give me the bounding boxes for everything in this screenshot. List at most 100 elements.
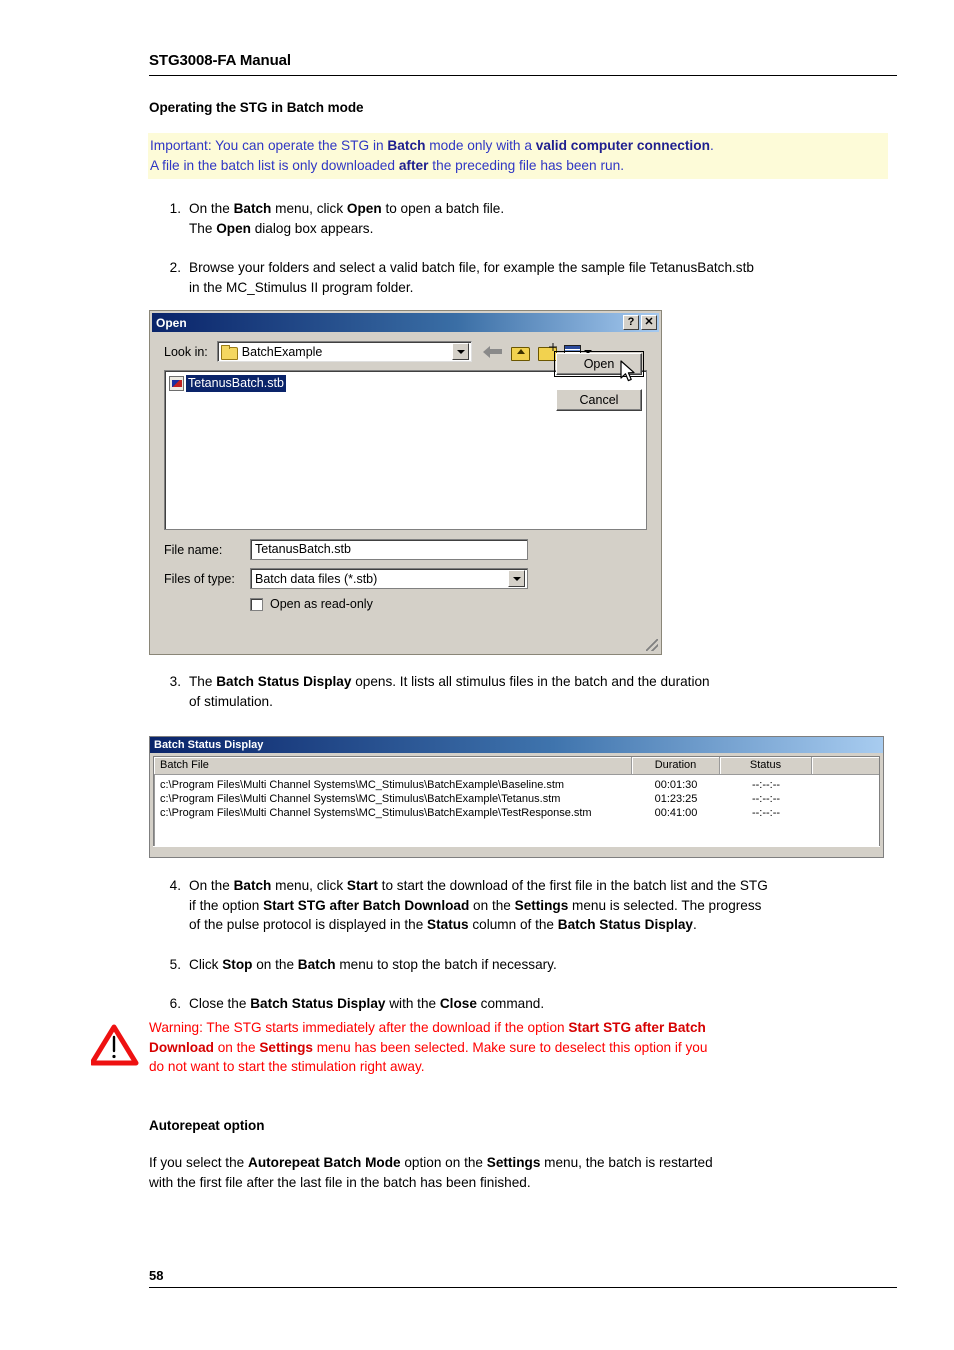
- open-dialog-footer: File name: TetanusBatch.stb Files of typ…: [164, 351, 647, 611]
- file-name-row: File name: TetanusBatch.stb: [164, 539, 647, 560]
- page-header: STG3008-FA Manual: [149, 52, 897, 76]
- files-of-type-select[interactable]: Batch data files (*.stb): [250, 568, 528, 589]
- open-dialog-window: Open ? ✕ Look in: BatchExample TetanusBa…: [149, 310, 662, 655]
- chevron-down-icon[interactable]: [451, 343, 469, 360]
- step-text: dialog box appears.: [250, 220, 374, 236]
- cell-batch-file: c:\Program Files\Multi Channel Systems\M…: [160, 807, 592, 819]
- warning-bold-download: Download: [149, 1039, 214, 1055]
- autorepeat-bold-settings: Settings: [486, 1155, 541, 1170]
- batch-status-titlebar: Batch Status Display: [150, 737, 883, 753]
- step-4: 4. On the Batch menu, click Start to sta…: [149, 876, 897, 935]
- step-4-line-2: if the option Start STG after Batch Down…: [189, 896, 897, 916]
- file-name-label: File name:: [164, 542, 223, 557]
- important-note-line-1: Important: You can operate the STG in Ba…: [150, 136, 886, 156]
- batch-status-grid[interactable]: Batch File Duration Status c:\Program Fi…: [153, 756, 880, 852]
- read-only-row[interactable]: Open as read-only: [250, 597, 647, 611]
- step-bold-bsd: Batch Status Display: [557, 917, 693, 932]
- step-text: to start the download of the first file …: [377, 878, 768, 893]
- list-item[interactable]: TetanusBatch.stb: [169, 375, 286, 392]
- column-header-status[interactable]: Status: [720, 757, 812, 774]
- warning-text-run: Warning: The STG starts immediately afte…: [149, 1020, 569, 1035]
- warning-line-1: Warning: The STG starts immediately afte…: [149, 1018, 897, 1038]
- file-name-input[interactable]: TetanusBatch.stb: [250, 539, 528, 560]
- page-content: Operating the STG in Batch mode Importan…: [148, 100, 897, 297]
- mouse-cursor-icon: [620, 360, 635, 382]
- batch-status-title: Batch Status Display: [154, 739, 264, 751]
- batch-status-display-window: Batch Status Display Batch File Duration…: [149, 736, 884, 858]
- note-bold-after: after: [398, 157, 429, 173]
- step-bold-option: Start STG after Batch Download: [263, 897, 470, 913]
- look-in-value: BatchExample: [241, 344, 323, 359]
- open-as-read-only-checkbox[interactable]: [250, 597, 263, 611]
- cell-duration: 00:41:00: [654, 807, 698, 819]
- files-of-type-label: Files of type:: [164, 571, 235, 586]
- step-number: 2.: [169, 260, 181, 275]
- step-text: Click: [189, 956, 223, 972]
- cell-status: --:--:--: [751, 779, 781, 791]
- step-text: On the: [189, 878, 234, 893]
- step-bold-status: Status: [427, 917, 469, 932]
- procedure-steps-1-2: 1. On the Batch menu, click Open to open…: [149, 199, 897, 297]
- note-text: .: [709, 138, 714, 153]
- warning-block: Warning: The STG starts immediately afte…: [91, 1018, 897, 1077]
- column-header-batch-file[interactable]: Batch File: [154, 757, 632, 774]
- step-2-line-2: in the MC_Stimulus II program folder.: [189, 279, 414, 295]
- step-text: to open a batch file.: [381, 201, 505, 216]
- cell-batch-file: c:\Program Files\Multi Channel Systems\M…: [160, 779, 565, 791]
- table-row[interactable]: c:\Program Files\Multi Channel Systems\M…: [154, 806, 879, 820]
- step-3: 3. The Batch Status Display opens. It li…: [149, 672, 897, 711]
- autorepeat-line-1: If you select the Autorepeat Batch Mode …: [149, 1153, 897, 1173]
- step-bold-start: Start: [346, 878, 378, 893]
- step-3-line-1: The Batch Status Display opens. It lists…: [189, 672, 897, 692]
- new-folder-icon[interactable]: [537, 343, 557, 361]
- resize-grip-icon[interactable]: [646, 639, 658, 651]
- step-2-line-1: Browse your folders and select a valid b…: [189, 260, 754, 275]
- note-bold-connection: valid computer connection: [535, 138, 710, 153]
- step-4-line-3: of the pulse protocol is displayed in th…: [189, 915, 897, 935]
- step-bold-open: Open: [346, 201, 382, 216]
- step-bold-batch: Batch: [233, 201, 272, 216]
- note-text: A file in the batch list is only downloa…: [150, 157, 399, 173]
- step-6: 6. Close the Batch Status Display with t…: [149, 994, 897, 1014]
- step-bold-batch: Batch: [233, 878, 272, 893]
- table-row[interactable]: c:\Program Files\Multi Channel Systems\M…: [154, 778, 879, 792]
- cancel-button[interactable]: Cancel: [556, 389, 642, 411]
- open-dialog-title: Open: [156, 315, 187, 330]
- back-arrow-icon[interactable]: [482, 344, 503, 360]
- autorepeat-line-2: with the first file after the last file …: [149, 1174, 531, 1190]
- warning-triangle-icon: [91, 1024, 139, 1066]
- document-title: STG3008-FA Manual: [149, 52, 291, 69]
- column-header-filler: [812, 757, 879, 774]
- note-bold-batch: Batch: [387, 138, 426, 153]
- close-icon[interactable]: ✕: [641, 315, 657, 330]
- step-1: 1. On the Batch menu, click Open to open…: [149, 199, 897, 238]
- step-bold-bsd: Batch Status Display: [216, 674, 352, 689]
- step-bold-settings: Settings: [514, 897, 569, 913]
- step-text: Close the: [189, 996, 251, 1011]
- files-of-type-row: Files of type: Batch data files (*.stb): [164, 568, 647, 589]
- step-number: 5.: [169, 956, 181, 972]
- note-text: Important: You can operate the STG in: [150, 138, 388, 153]
- look-in-combobox[interactable]: BatchExample: [216, 341, 472, 362]
- files-of-type-value: Batch data files (*.stb): [255, 571, 378, 586]
- page-number: 58: [149, 1268, 164, 1283]
- step-6-line-1: Close the Batch Status Display with the …: [189, 994, 897, 1014]
- up-one-level-icon[interactable]: [510, 343, 530, 361]
- step-text: menu is selected. The progress: [568, 897, 762, 913]
- file-list-item-label: TetanusBatch.stb: [186, 375, 286, 392]
- step-text: command.: [476, 996, 545, 1011]
- step-bold-batch: Batch: [297, 956, 336, 972]
- page-footer: 58: [149, 1268, 897, 1288]
- step-text: The: [189, 220, 217, 236]
- help-icon[interactable]: ?: [623, 315, 639, 330]
- step-number: 6.: [169, 996, 181, 1011]
- column-header-duration[interactable]: Duration: [632, 757, 720, 774]
- step-text: of the pulse protocol is displayed in th…: [189, 917, 428, 932]
- step-text: menu to stop the batch if necessary.: [335, 956, 557, 972]
- open-as-read-only-label: Open as read-only: [270, 597, 373, 611]
- table-row[interactable]: c:\Program Files\Multi Channel Systems\M…: [154, 792, 879, 806]
- chevron-down-icon[interactable]: [508, 570, 525, 587]
- warning-text: Warning: The STG starts immediately afte…: [149, 1018, 897, 1077]
- step-3-line-2: of stimulation.: [189, 693, 273, 709]
- step-5: 5. Click Stop on the Batch menu to stop …: [149, 955, 897, 975]
